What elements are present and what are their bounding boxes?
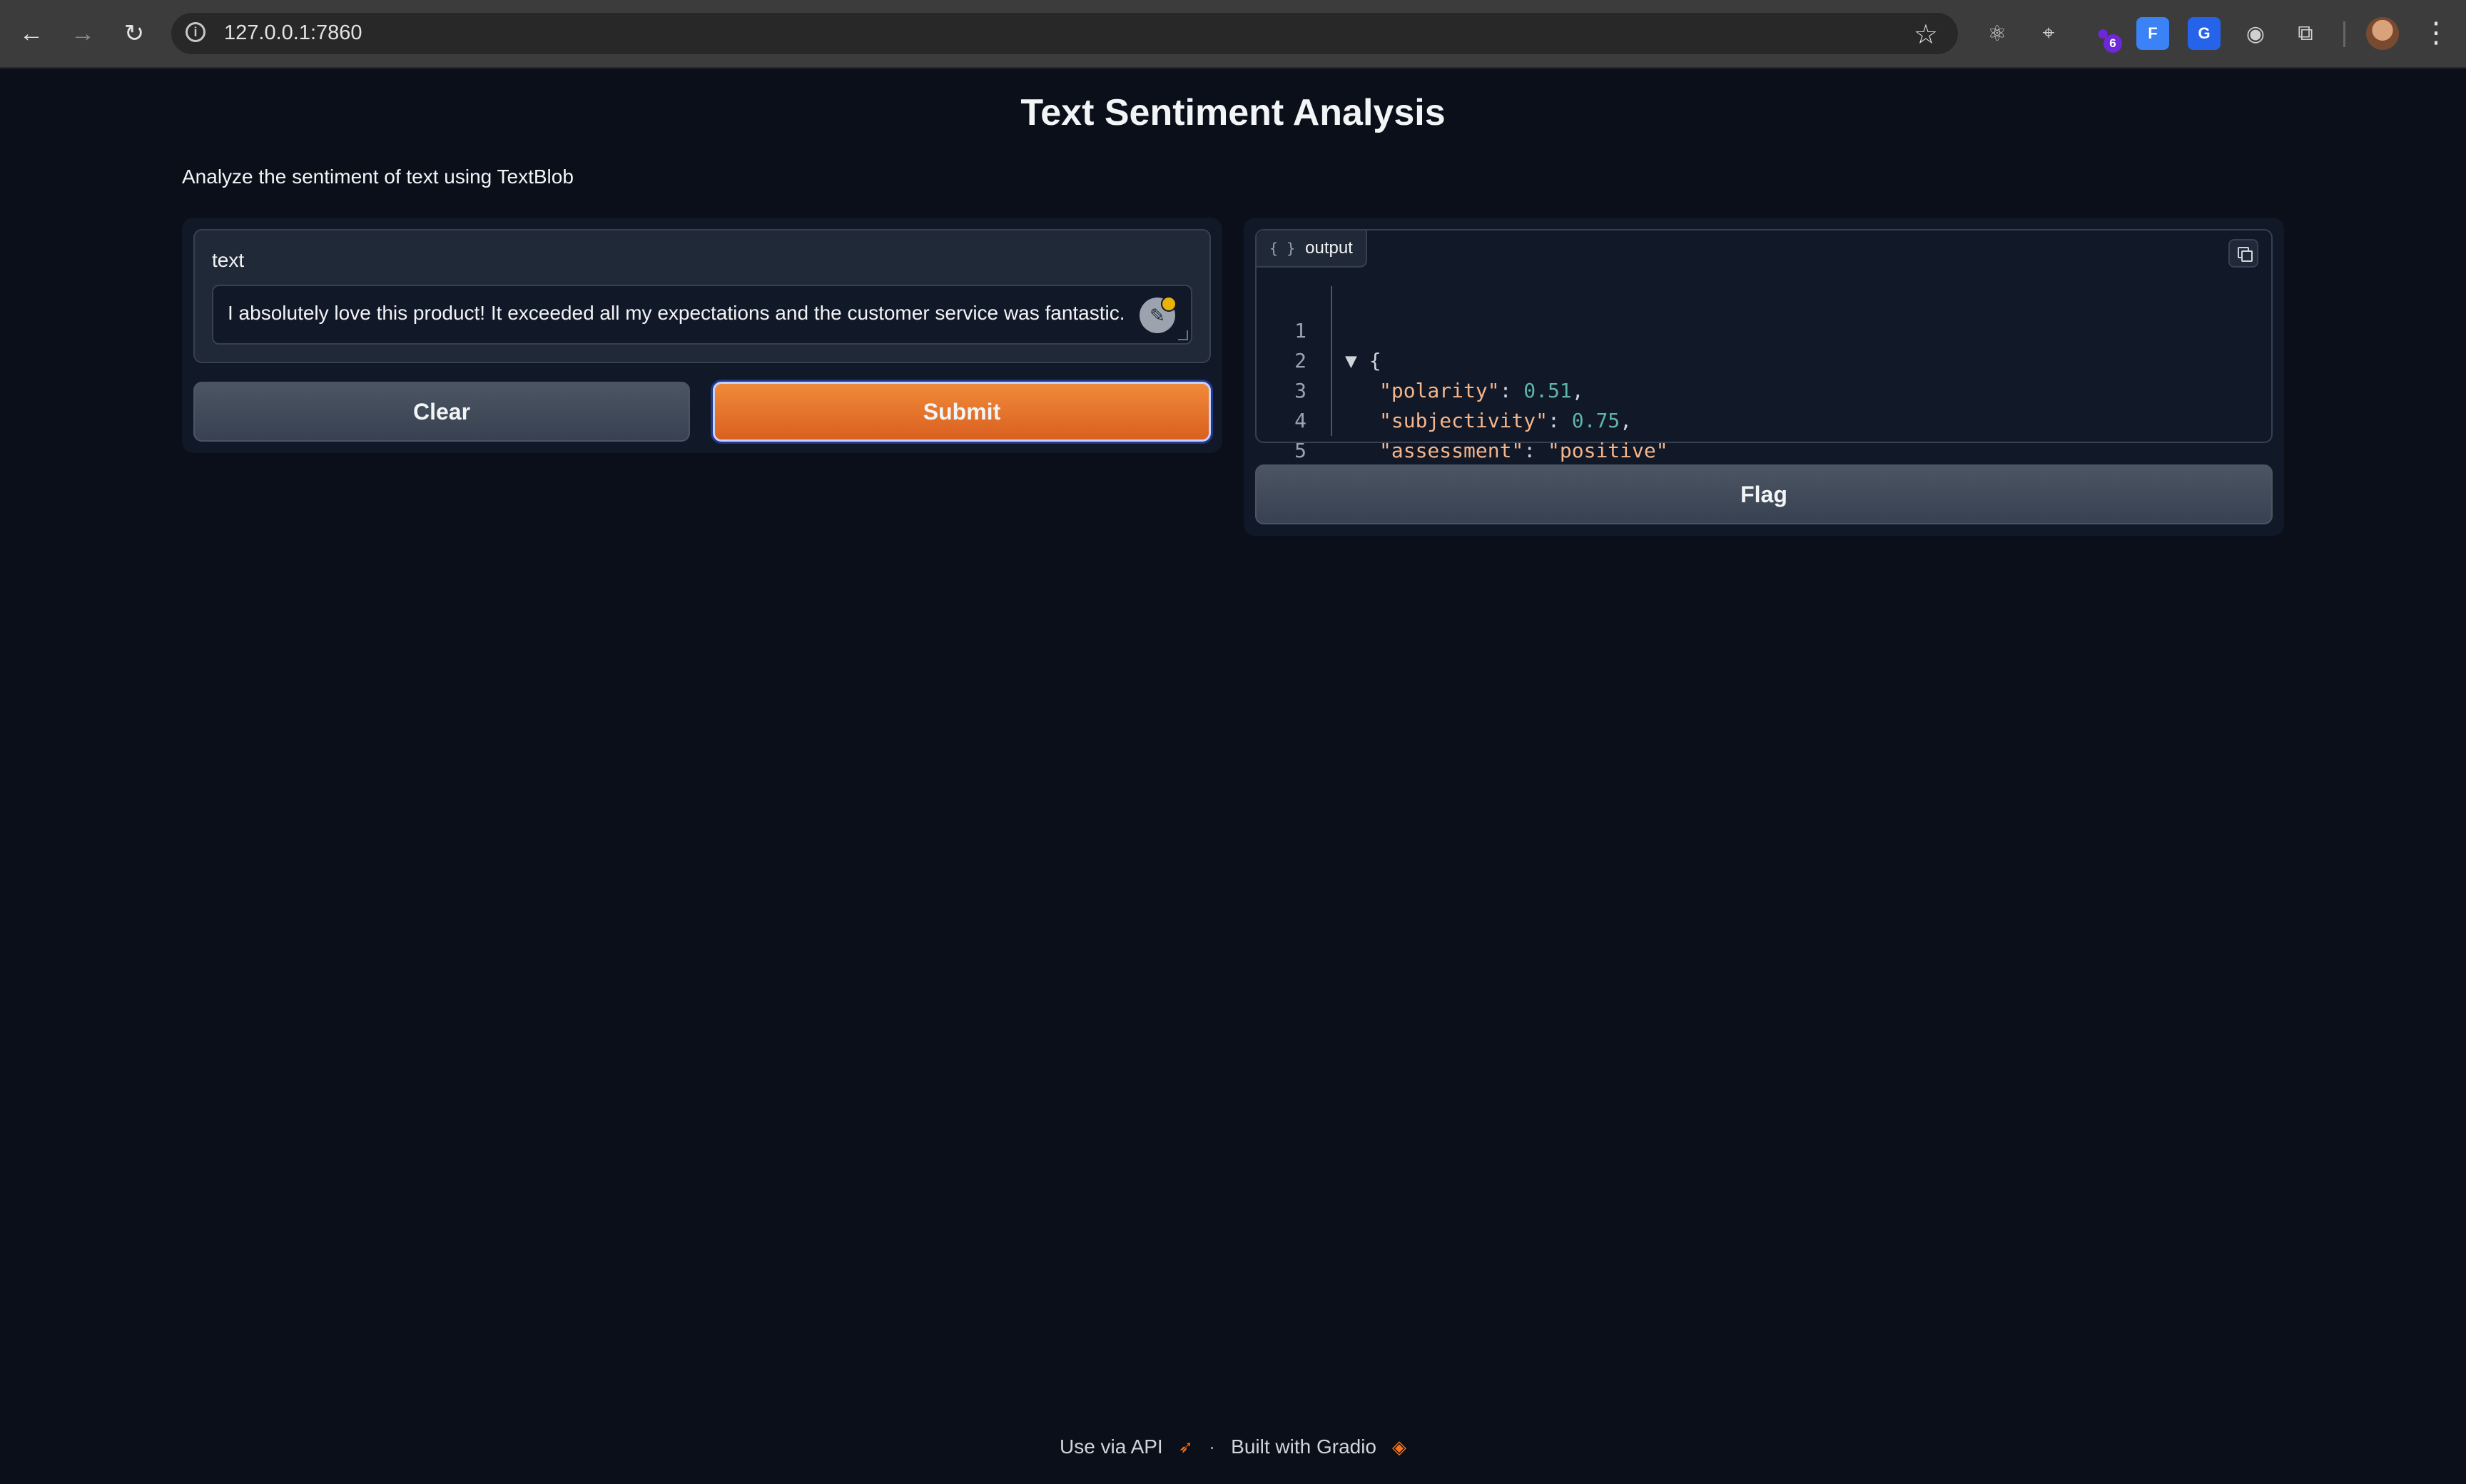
back-icon[interactable]: ← — [11, 14, 51, 54]
page-title: Text Sentiment Analysis — [1020, 92, 1446, 133]
json-key: "polarity" — [1379, 379, 1500, 402]
code-line: 4 "assessment": "positive" — [1257, 376, 1668, 462]
output-panel: { } output 1 ▼ { 2 "polarity": 0.51, 3 "… — [1244, 218, 2284, 536]
flag-button[interactable]: Flag — [1255, 464, 2273, 524]
built-with-gradio-link[interactable]: Built with Gradio — [1231, 1435, 1376, 1458]
json-key: "subjectivity" — [1379, 409, 1548, 432]
submit-button[interactable]: Submit — [713, 382, 1211, 442]
address-url[interactable]: 127.0.0.1:7860 — [224, 21, 362, 45]
bookmark-star-icon[interactable]: ☆ — [1914, 19, 1938, 51]
grammar-assistant-icon[interactable]: ✎ — [1140, 296, 1177, 333]
code-line: 5 } — [1257, 406, 1390, 492]
more-menu-icon[interactable]: ⋮ — [2422, 16, 2450, 51]
rocket-icon: ➶ — [1178, 1437, 1193, 1457]
clear-button[interactable]: Clear — [193, 382, 690, 442]
code-line: 1 ▼ { — [1257, 286, 1381, 372]
gradio-logo-icon: ◈ — [1392, 1435, 1407, 1458]
reload-icon[interactable]: ↻ — [114, 14, 154, 54]
output-label-tab: { } output — [1257, 230, 1367, 268]
footer-separator: · — [1208, 1435, 1216, 1458]
input-panel: text I absolutely love this product! It … — [182, 218, 1222, 453]
json-value: 0.51 — [1523, 379, 1572, 402]
text-input-label: text — [212, 249, 245, 271]
json-value: 0.75 — [1571, 409, 1620, 432]
browser-toolbar: ← → ↻ i 127.0.0.1:7860 ☆ ⚛ ⌖ ● 6 F G ◉ ⧉… — [0, 0, 2466, 68]
copy-icon[interactable] — [2228, 239, 2258, 268]
text-input-block: text I absolutely love this product! It … — [193, 229, 1211, 363]
extensions-puzzle-icon[interactable]: ⧉ — [2289, 17, 2322, 50]
json-key: "assessment" — [1379, 439, 1524, 462]
page-description: Analyze the sentiment of text using Text… — [182, 166, 574, 188]
output-label: output — [1305, 238, 1353, 258]
footer: Use via API ➶ · Built with Gradio ◈ — [0, 1433, 2466, 1461]
forward-icon[interactable]: → — [63, 14, 103, 54]
line-number: 5 — [1294, 439, 1306, 462]
globe-extension-icon[interactable]: ◉ — [2239, 17, 2272, 50]
resize-handle[interactable] — [1178, 330, 1188, 340]
toolbar-divider — [2343, 21, 2345, 47]
react-devtools-icon[interactable]: ⚛ — [1981, 17, 2014, 50]
translate-icon[interactable]: G — [2188, 17, 2221, 50]
site-info-icon[interactable]: i — [186, 22, 206, 42]
json-value: "positive" — [1548, 439, 1668, 462]
use-via-api-link[interactable]: Use via API — [1060, 1435, 1163, 1458]
json-output-block: { } output 1 ▼ { 2 "polarity": 0.51, 3 "… — [1255, 229, 2273, 492]
profile-avatar[interactable] — [2366, 17, 2399, 50]
extension-badge-count: 6 — [2104, 34, 2122, 53]
code-line: 2 "polarity": 0.51, — [1257, 316, 1583, 402]
address-bar[interactable]: i 127.0.0.1:7860 ☆ — [171, 13, 1958, 54]
code-line: 3 "subjectivity": 0.75, — [1257, 346, 1632, 432]
text-input-field[interactable]: I absolutely love this product! It excee… — [212, 285, 1192, 345]
font-extension-icon[interactable]: F — [2136, 17, 2169, 50]
extension-badge-icon[interactable]: ● 6 — [2086, 17, 2122, 53]
text-input-value[interactable]: I absolutely love this product! It excee… — [228, 302, 1125, 325]
json-braces-icon: { } — [1269, 240, 1296, 257]
cursor-extension-icon[interactable]: ⌖ — [2032, 17, 2065, 50]
